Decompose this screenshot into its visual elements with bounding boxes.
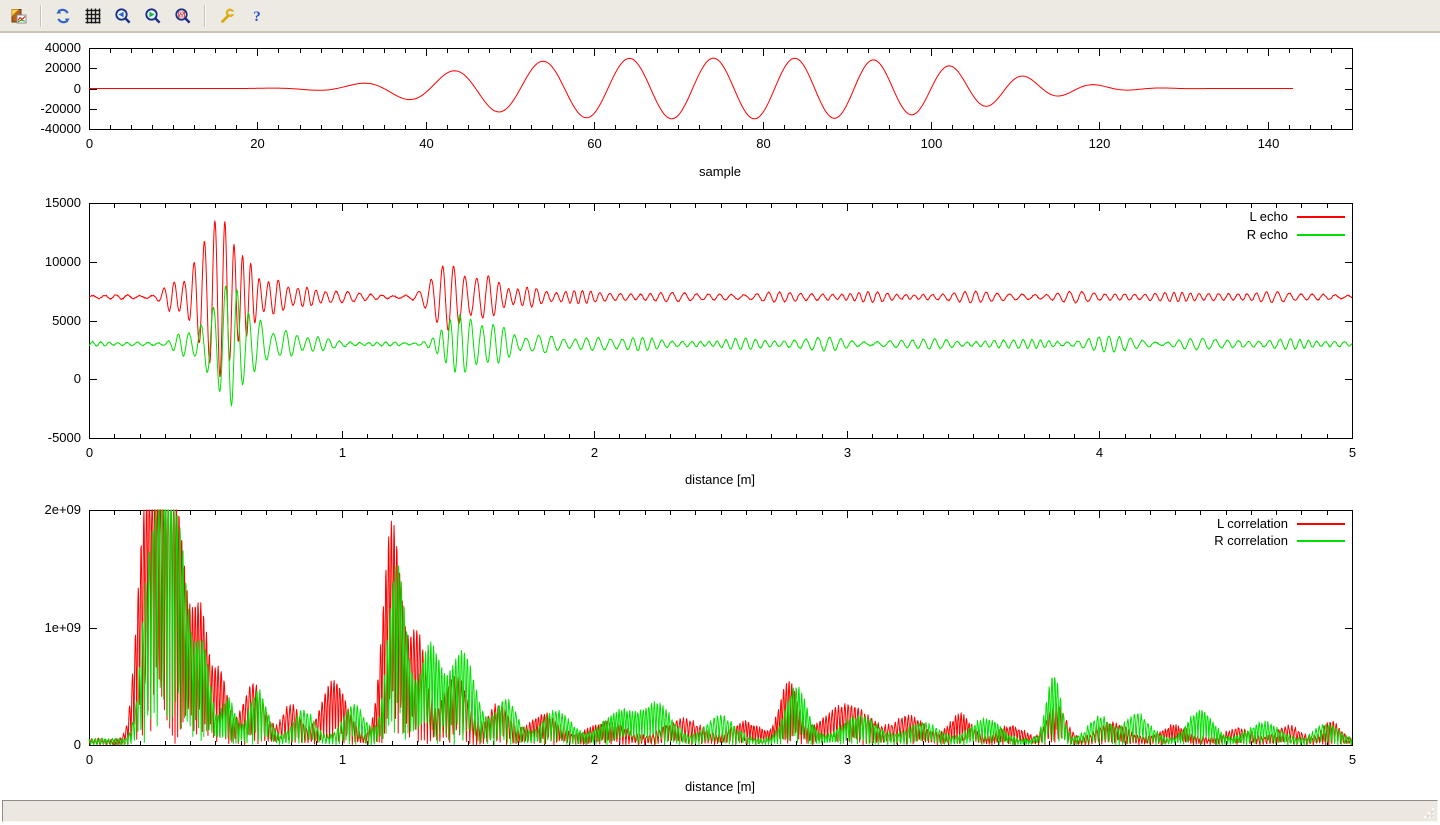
legend-item-r-correlation: R correlation	[1214, 532, 1345, 549]
zoom-previous-button[interactable]	[109, 3, 137, 29]
x-axis-label-top: sample	[620, 164, 820, 180]
legend-label: R correlation	[1214, 533, 1288, 548]
legend-line-sample	[1297, 523, 1345, 525]
zoom-next-icon	[144, 7, 162, 25]
x-axis-label-middle: distance [m]	[620, 472, 820, 488]
plot-area[interactable]	[89, 203, 1352, 438]
y-tick-label: -5000	[6, 430, 81, 446]
copy-plot-icon	[10, 7, 28, 25]
legend-item-r-echo: R echo	[1247, 226, 1345, 243]
resize-grip-icon	[1422, 806, 1436, 820]
x-tick-label: 2	[565, 752, 625, 768]
legend-line-sample	[1297, 234, 1345, 236]
zoom-previous-icon	[114, 7, 132, 25]
autoscale-icon	[174, 7, 192, 25]
replot-button[interactable]	[49, 3, 77, 29]
autoscale-button[interactable]	[169, 3, 197, 29]
legend-line-sample	[1297, 540, 1345, 542]
plot-canvas[interactable]: 020406080100120140-40000-200000200004000…	[0, 0, 1440, 800]
legend-label: L correlation	[1217, 516, 1288, 531]
y-tick-label: 0	[6, 81, 81, 97]
svg-text:?: ?	[253, 9, 261, 25]
x-tick-label: 5	[1323, 445, 1383, 461]
legend-line-sample	[1297, 216, 1345, 218]
grid-icon	[84, 7, 102, 25]
y-tick-label: -20000	[6, 101, 81, 117]
y-tick-label: 40000	[6, 40, 81, 56]
y-tick-label: 10000	[6, 254, 81, 270]
toolbar: ?	[0, 0, 1440, 33]
zoom-next-button[interactable]	[139, 3, 167, 29]
plots-svg[interactable]	[0, 0, 1440, 800]
x-tick-label: 2	[565, 445, 625, 461]
y-tick-label: 20000	[6, 60, 81, 76]
x-tick-label: 3	[818, 752, 878, 768]
x-tick-label: 80	[734, 136, 794, 152]
x-tick-label: 5	[1323, 752, 1383, 768]
y-tick-label: 15000	[6, 195, 81, 211]
replot-icon	[54, 7, 72, 25]
x-tick-label: 40	[397, 136, 457, 152]
x-tick-label: 1	[313, 445, 373, 461]
legend-item-l-echo: L echo	[1249, 208, 1345, 225]
x-tick-label: 120	[1070, 136, 1130, 152]
legend-label: R echo	[1247, 227, 1288, 242]
help-button[interactable]: ?	[243, 3, 271, 29]
x-tick-label: 4	[1070, 752, 1130, 768]
x-tick-label: 0	[60, 752, 120, 768]
copy-to-clipboard-button[interactable]	[5, 3, 33, 29]
toolbar-separator	[204, 5, 206, 27]
toggle-grid-button[interactable]	[79, 3, 107, 29]
x-tick-label: 4	[1070, 445, 1130, 461]
x-tick-label: 140	[1239, 136, 1299, 152]
y-tick-label: 2e+09	[6, 502, 81, 518]
configure-icon	[218, 7, 236, 25]
toolbar-separator	[40, 5, 42, 27]
help-icon: ?	[248, 7, 266, 25]
y-tick-label: -40000	[6, 121, 81, 137]
y-tick-label: 5000	[6, 313, 81, 329]
plot-area[interactable]	[89, 510, 1352, 745]
y-tick-label: 0	[6, 371, 81, 387]
y-tick-label: 1e+09	[6, 620, 81, 636]
x-tick-label: 60	[565, 136, 625, 152]
resize-grip[interactable]	[1422, 806, 1436, 820]
configure-button[interactable]	[213, 3, 241, 29]
x-tick-label: 0	[60, 136, 120, 152]
x-tick-label: 20	[228, 136, 288, 152]
x-tick-label: 0	[60, 445, 120, 461]
x-tick-label: 100	[902, 136, 962, 152]
y-tick-label: 0	[6, 737, 81, 753]
legend-label: L echo	[1249, 209, 1288, 224]
status-bar	[2, 800, 1438, 822]
gnuplot-window: 020406080100120140-40000-200000200004000…	[0, 0, 1440, 825]
legend-item-l-correlation: L correlation	[1217, 515, 1345, 532]
x-tick-label: 1	[313, 752, 373, 768]
x-axis-label-bottom: distance [m]	[620, 779, 820, 795]
x-tick-label: 3	[818, 445, 878, 461]
